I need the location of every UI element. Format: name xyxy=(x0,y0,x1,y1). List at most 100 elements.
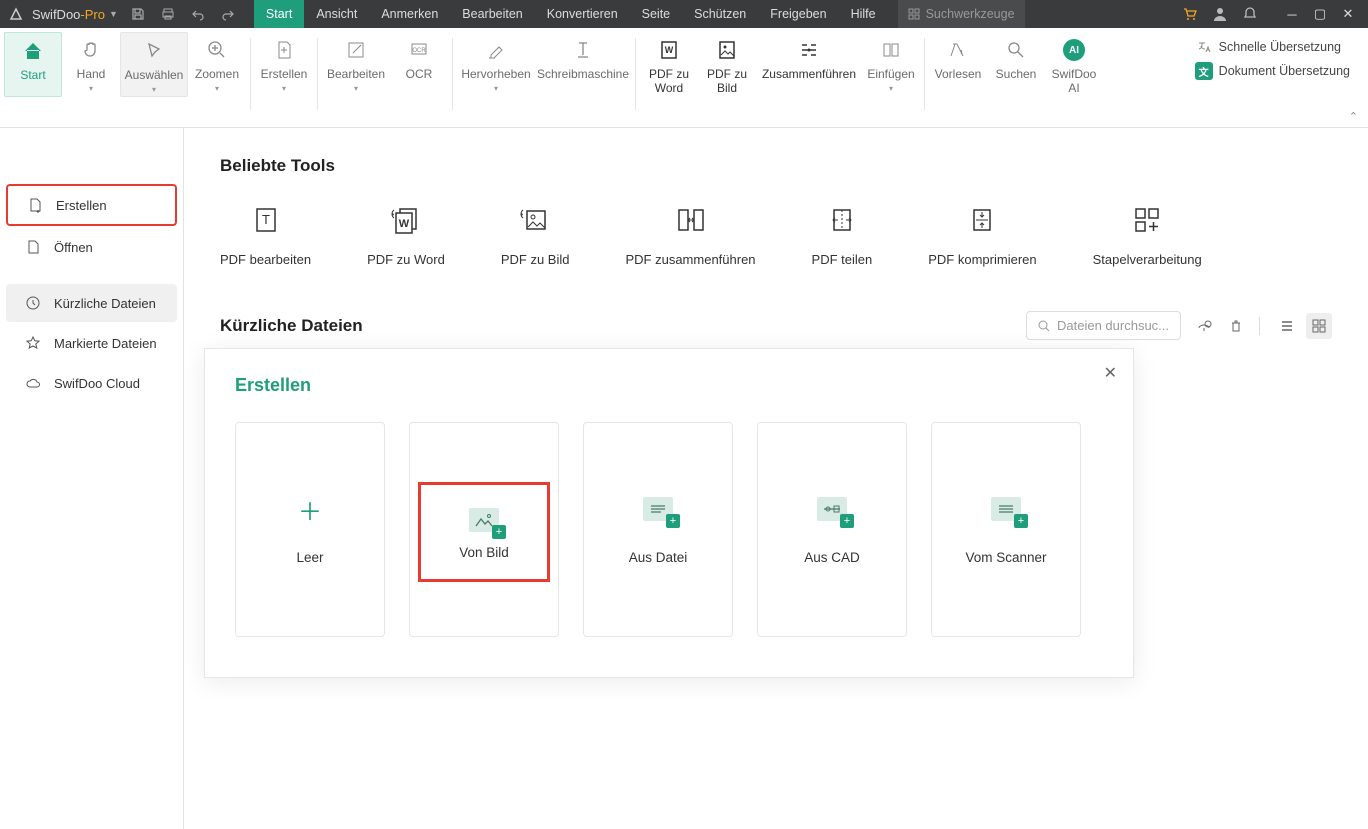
menu-bearbeiten[interactable]: Bearbeiten xyxy=(450,0,534,28)
recent-header: Kürzliche Dateien Dateien durchsuc... xyxy=(220,311,1332,340)
create-modal: ✕ Erstellen ＋ Leer + Von Bild xyxy=(204,348,1134,678)
maximize-button[interactable]: ▢ xyxy=(1306,0,1334,28)
create-from-image[interactable]: + Von Bild xyxy=(418,482,550,582)
tool-split-icon xyxy=(824,202,860,238)
ribbon-collapse-icon[interactable]: ⌃ xyxy=(1349,110,1358,123)
recent-title: Kürzliche Dateien xyxy=(220,316,363,336)
tool-pdf-compress[interactable]: PDF komprimieren xyxy=(928,202,1036,267)
ribbon-suchen[interactable]: Suchen xyxy=(987,32,1045,98)
sidebar-cloud[interactable]: SwifDoo Cloud xyxy=(6,364,177,402)
popular-tools-row: T PDF bearbeiten W PDF zu Word PDF zu Bi… xyxy=(220,202,1332,267)
hand-icon xyxy=(79,38,103,62)
modal-close-button[interactable]: ✕ xyxy=(1104,363,1117,383)
create-from-cad[interactable]: + Aus CAD xyxy=(757,422,907,637)
sidebar-erstellen[interactable]: Erstellen xyxy=(6,184,177,226)
pdf-image-icon xyxy=(715,38,739,62)
ribbon-right-panel: Schnelle Übersetzung 文 Dokument Übersetz… xyxy=(1195,32,1360,80)
ribbon-erstellen[interactable]: Erstellen▾ xyxy=(255,32,313,95)
ribbon: Start Hand▾ Auswählen▾ Zoomen▾ Erstellen… xyxy=(0,28,1368,128)
search-icon xyxy=(1037,319,1051,333)
cursor-icon xyxy=(142,39,166,63)
menu-konvertieren[interactable]: Konvertieren xyxy=(535,0,630,28)
search-tools[interactable]: Suchwerkzeuge xyxy=(898,0,1025,28)
ribbon-start[interactable]: Start xyxy=(4,32,62,97)
menu-anmerken[interactable]: Anmerken xyxy=(369,0,450,28)
ribbon-bearbeiten[interactable]: Bearbeiten▾ xyxy=(322,32,390,95)
ribbon-auswaehlen[interactable]: Auswählen▾ xyxy=(120,32,188,97)
ribbon-ocr[interactable]: OCR OCR xyxy=(390,32,448,95)
home-icon xyxy=(21,39,45,63)
tool-pdf-bild[interactable]: PDF zu Bild xyxy=(501,202,570,267)
speak-icon xyxy=(946,38,970,62)
app-dropdown-icon[interactable]: ▼ xyxy=(109,9,118,19)
save-icon[interactable] xyxy=(130,6,146,22)
clock-icon xyxy=(24,294,42,312)
tool-pdf-word[interactable]: W PDF zu Word xyxy=(367,202,445,267)
doc-translate[interactable]: 文 Dokument Übersetzung xyxy=(1195,62,1350,80)
plus-icon: ＋ xyxy=(292,494,328,524)
redo-icon[interactable] xyxy=(220,6,236,22)
create-blank[interactable]: ＋ Leer xyxy=(235,422,385,637)
trash-icon[interactable] xyxy=(1227,317,1245,335)
pdf-word-icon: W xyxy=(657,38,681,62)
sidebar: Erstellen Öffnen Kürzliche Dateien Marki… xyxy=(0,128,184,829)
tool-batch[interactable]: Stapelverarbeitung xyxy=(1093,202,1202,267)
tool-pdf-bearbeiten[interactable]: T PDF bearbeiten xyxy=(220,202,311,267)
menu-start[interactable]: Start xyxy=(254,0,304,28)
cad-plus-icon: + xyxy=(814,494,850,524)
bell-icon[interactable] xyxy=(1242,6,1258,22)
ribbon-hervorheben[interactable]: Hervorheben▾ xyxy=(457,32,535,95)
create-from-scanner[interactable]: + Vom Scanner xyxy=(931,422,1081,637)
cart-icon[interactable] xyxy=(1182,6,1198,22)
grid-icon xyxy=(908,8,920,20)
svg-text:W: W xyxy=(399,218,410,230)
ribbon-swifdoo-ai[interactable]: AI SwifDoo AI xyxy=(1045,32,1103,98)
minimize-button[interactable]: ─ xyxy=(1278,0,1306,28)
typewriter-icon xyxy=(571,38,595,62)
create-icon xyxy=(26,196,44,214)
svg-text:T: T xyxy=(262,212,270,227)
merge-icon xyxy=(797,38,821,62)
list-view-button[interactable] xyxy=(1274,313,1300,339)
app-logo-icon xyxy=(6,4,26,24)
search-files-input[interactable]: Dateien durchsuc... xyxy=(1026,311,1181,340)
doc-translate-icon: 文 xyxy=(1195,62,1213,80)
menu-seite[interactable]: Seite xyxy=(630,0,683,28)
window-controls: ─ ▢ ✕ xyxy=(1278,0,1362,28)
menu-freigeben[interactable]: Freigeben xyxy=(758,0,838,28)
tool-batch-icon xyxy=(1129,202,1165,238)
cloud-icon xyxy=(24,374,42,392)
user-icon[interactable] xyxy=(1212,6,1228,22)
grid-view-button[interactable] xyxy=(1306,313,1332,339)
quick-translate[interactable]: Schnelle Übersetzung xyxy=(1195,38,1350,56)
tool-pdf-merge[interactable]: PDF zusammenführen xyxy=(625,202,755,267)
search-icon xyxy=(1004,38,1028,62)
create-from-file[interactable]: + Aus Datei xyxy=(583,422,733,637)
app-name: SwifDoo-Pro xyxy=(32,7,105,22)
menu-schuetzen[interactable]: Schützen xyxy=(682,0,758,28)
edit-icon xyxy=(344,38,368,62)
close-button[interactable]: ✕ xyxy=(1334,0,1362,28)
ribbon-einfuegen[interactable]: Einfügen▾ xyxy=(862,32,920,98)
star-icon xyxy=(24,334,42,352)
sidebar-oeffnen[interactable]: Öffnen xyxy=(6,228,177,266)
menu-hilfe[interactable]: Hilfe xyxy=(839,0,888,28)
ribbon-pdf-word[interactable]: W PDF zu Word xyxy=(640,32,698,98)
sidebar-marked[interactable]: Markierte Dateien xyxy=(6,324,177,362)
ribbon-schreibmaschine[interactable]: Schreibmaschine xyxy=(535,32,631,95)
print-icon[interactable] xyxy=(160,6,176,22)
tool-compress-icon xyxy=(964,202,1000,238)
ribbon-pdf-bild[interactable]: PDF zu Bild xyxy=(698,32,756,98)
scanner-plus-icon: + xyxy=(988,494,1024,524)
ribbon-hand[interactable]: Hand▾ xyxy=(62,32,120,97)
menu-ansicht[interactable]: Ansicht xyxy=(304,0,369,28)
pin-icon[interactable] xyxy=(1195,317,1213,335)
ribbon-zoomen[interactable]: Zoomen▾ xyxy=(188,32,246,97)
sidebar-recent[interactable]: Kürzliche Dateien xyxy=(6,284,177,322)
ribbon-vorlesen[interactable]: Vorlesen xyxy=(929,32,987,98)
undo-icon[interactable] xyxy=(190,6,206,22)
tool-pdf-split[interactable]: PDF teilen xyxy=(812,202,873,267)
svg-text:OCR: OCR xyxy=(412,48,426,54)
ribbon-zusammenfuehren[interactable]: Zusammenführen xyxy=(756,32,862,98)
translate-icon xyxy=(1195,38,1213,56)
